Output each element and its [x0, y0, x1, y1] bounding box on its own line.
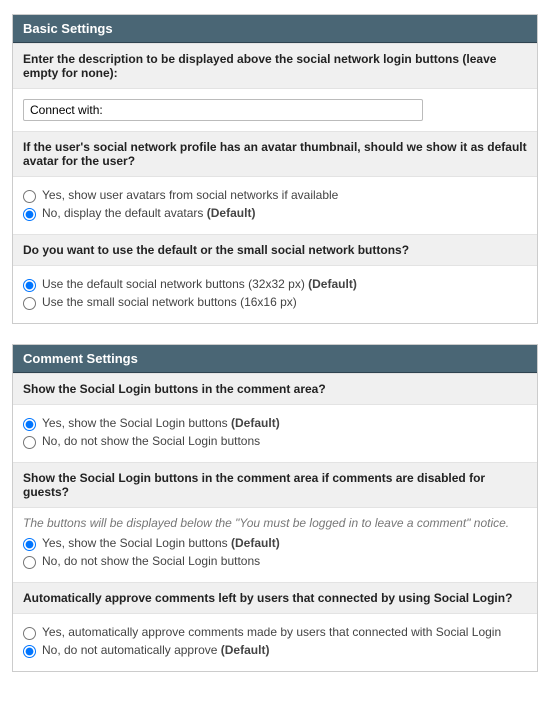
comment-guest-options: The buttons will be displayed below the … — [13, 508, 537, 582]
comment-show-radio-no[interactable] — [23, 436, 36, 449]
comment-guest-radio-no[interactable] — [23, 556, 36, 569]
comment-show-question: Show the Social Login buttons in the com… — [13, 373, 537, 405]
comment-guest-question: Show the Social Login buttons in the com… — [13, 462, 537, 508]
avatar-option-no[interactable]: No, display the default avatars (Default… — [23, 206, 527, 221]
button-size-default-tag: (Default) — [305, 277, 357, 291]
comment-approve-radio-no[interactable] — [23, 645, 36, 658]
button-size-label-default: Use the default social network buttons (… — [42, 277, 357, 291]
comment-approve-default-tag: (Default) — [217, 643, 269, 657]
avatar-options: Yes, show user avatars from social netwo… — [13, 177, 537, 234]
comment-guest-default-tag: (Default) — [228, 536, 280, 550]
comment-show-options: Yes, show the Social Login buttons (Defa… — [13, 405, 537, 462]
comment-guest-label-yes: Yes, show the Social Login buttons (Defa… — [42, 536, 280, 550]
comment-approve-label-no-text: No, do not automatically approve — [42, 643, 217, 657]
comment-approve-label-yes: Yes, automatically approve comments made… — [42, 625, 501, 639]
button-size-label-small: Use the small social network buttons (16… — [42, 295, 297, 309]
comment-show-label-yes-text: Yes, show the Social Login buttons — [42, 416, 228, 430]
avatar-label-yes: Yes, show user avatars from social netwo… — [42, 188, 338, 202]
avatar-radio-yes[interactable] — [23, 190, 36, 203]
comment-settings-panel: Comment Settings Show the Social Login b… — [12, 344, 538, 672]
button-size-radio-default[interactable] — [23, 279, 36, 292]
button-size-option-small[interactable]: Use the small social network buttons (16… — [23, 295, 527, 310]
comment-approve-radio-yes[interactable] — [23, 627, 36, 640]
description-input[interactable] — [23, 99, 423, 121]
avatar-question: If the user's social network profile has… — [13, 131, 537, 177]
description-input-wrap — [13, 89, 537, 131]
button-size-options: Use the default social network buttons (… — [13, 266, 537, 323]
basic-settings-panel: Basic Settings Enter the description to … — [12, 14, 538, 324]
comment-approve-option-no[interactable]: No, do not automatically approve (Defaul… — [23, 643, 527, 658]
comment-settings-header: Comment Settings — [13, 345, 537, 373]
comment-show-option-yes[interactable]: Yes, show the Social Login buttons (Defa… — [23, 416, 527, 431]
avatar-default-tag: (Default) — [203, 206, 255, 220]
comment-approve-options: Yes, automatically approve comments made… — [13, 614, 537, 671]
comment-approve-question: Automatically approve comments left by u… — [13, 582, 537, 614]
comment-guest-option-yes[interactable]: Yes, show the Social Login buttons (Defa… — [23, 536, 527, 551]
comment-show-label-no: No, do not show the Social Login buttons — [42, 434, 260, 448]
comment-approve-option-yes[interactable]: Yes, automatically approve comments made… — [23, 625, 527, 640]
description-question: Enter the description to be displayed ab… — [13, 43, 537, 89]
avatar-label-no: No, display the default avatars (Default… — [42, 206, 255, 220]
comment-show-label-yes: Yes, show the Social Login buttons (Defa… — [42, 416, 280, 430]
comment-show-radio-yes[interactable] — [23, 418, 36, 431]
comment-guest-label-no: No, do not show the Social Login buttons — [42, 554, 260, 568]
comment-guest-label-yes-text: Yes, show the Social Login buttons — [42, 536, 228, 550]
comment-guest-option-no[interactable]: No, do not show the Social Login buttons — [23, 554, 527, 569]
comment-show-option-no[interactable]: No, do not show the Social Login buttons — [23, 434, 527, 449]
button-size-radio-small[interactable] — [23, 297, 36, 310]
comment-show-default-tag: (Default) — [228, 416, 280, 430]
avatar-label-no-text: No, display the default avatars — [42, 206, 203, 220]
basic-settings-header: Basic Settings — [13, 15, 537, 43]
button-size-option-default[interactable]: Use the default social network buttons (… — [23, 277, 527, 292]
comment-guest-radio-yes[interactable] — [23, 538, 36, 551]
comment-approve-label-no: No, do not automatically approve (Defaul… — [42, 643, 269, 657]
avatar-radio-no[interactable] — [23, 208, 36, 221]
button-size-label-default-text: Use the default social network buttons (… — [42, 277, 305, 291]
comment-guest-hint: The buttons will be displayed below the … — [23, 516, 527, 530]
avatar-option-yes[interactable]: Yes, show user avatars from social netwo… — [23, 188, 527, 203]
button-size-question: Do you want to use the default or the sm… — [13, 234, 537, 266]
